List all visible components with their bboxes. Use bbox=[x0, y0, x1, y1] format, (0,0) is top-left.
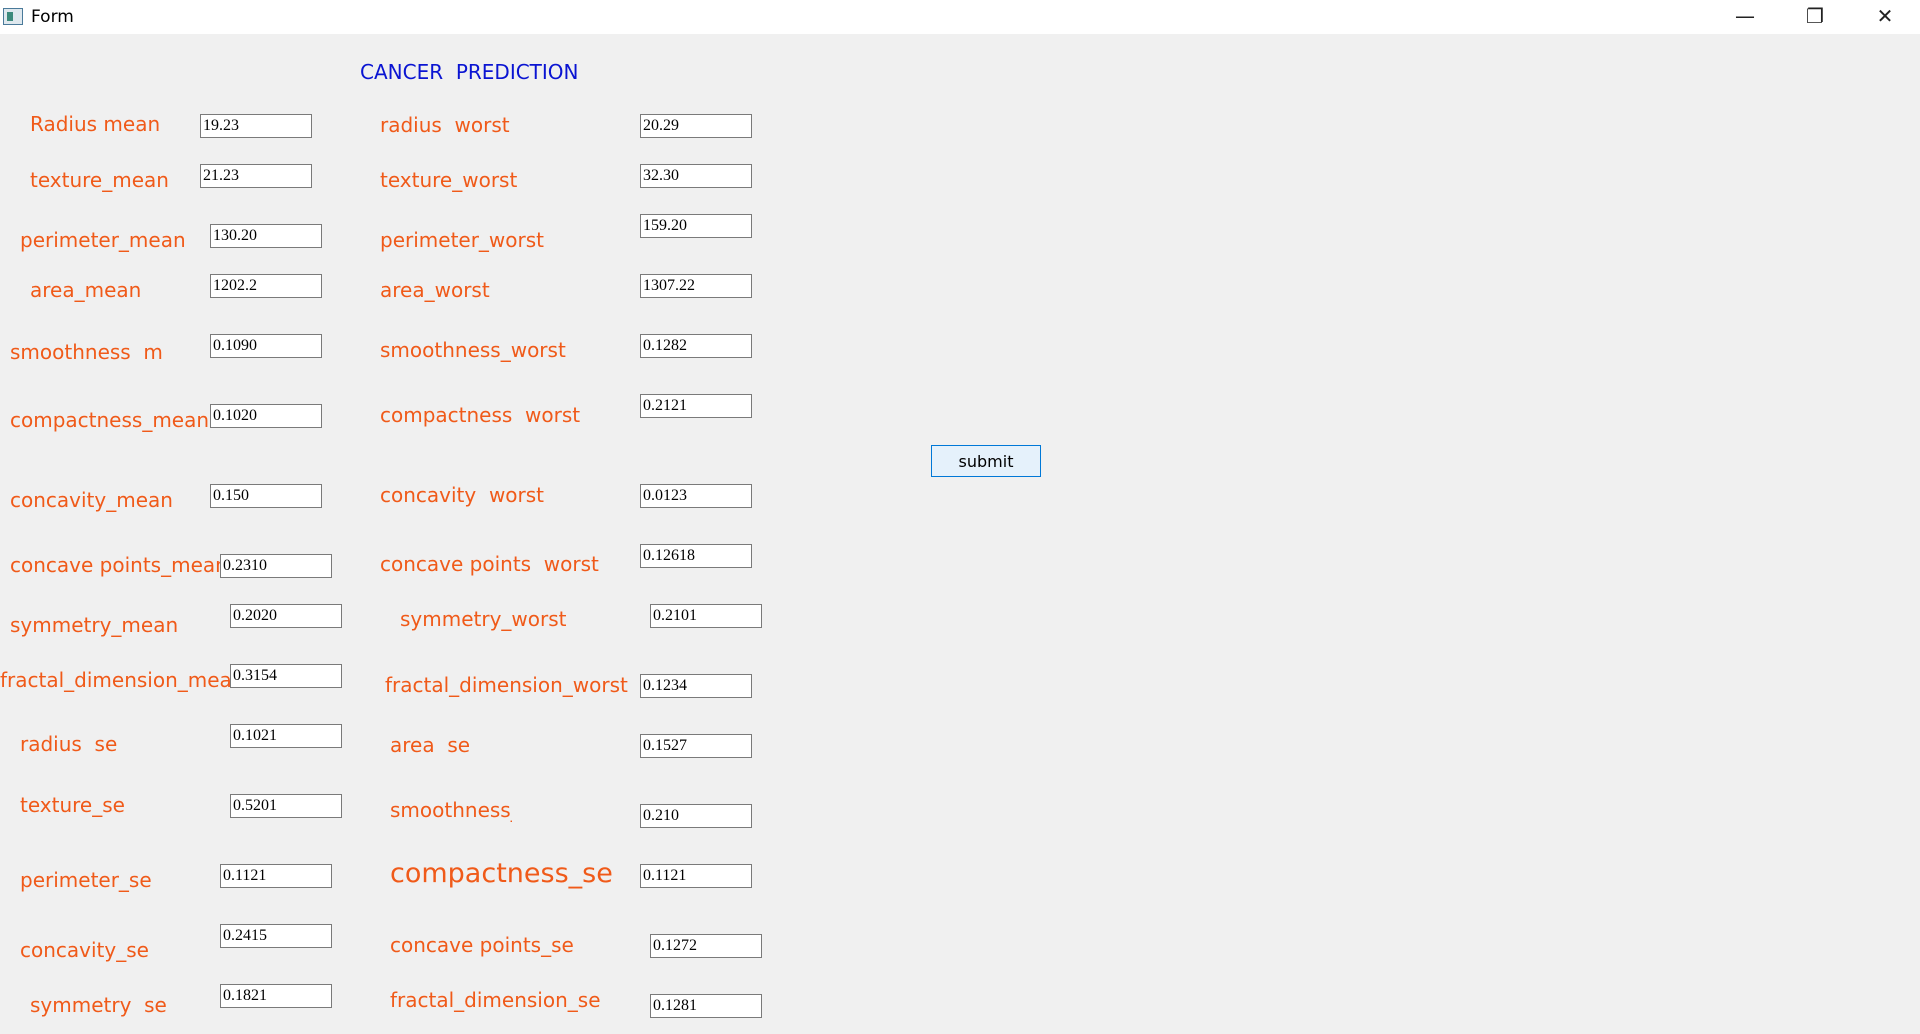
radius-se-field[interactable] bbox=[230, 724, 342, 748]
perimeter-se-field[interactable] bbox=[220, 864, 332, 888]
label-compactness-mean: compactness_mean bbox=[10, 408, 210, 432]
smoothness-mean-field[interactable] bbox=[210, 334, 322, 358]
concave-points-se-field[interactable] bbox=[650, 934, 762, 958]
close-icon[interactable]: ✕ bbox=[1850, 0, 1920, 34]
label-concave-points-mean: concave points_mean bbox=[10, 553, 228, 577]
label-concavity-se: concavity_se bbox=[20, 938, 149, 962]
label-symmetry-worst: symmetry_worst bbox=[400, 607, 567, 631]
concave-points-mean-field[interactable] bbox=[220, 554, 332, 578]
label-perimeter-worst: perimeter_worst bbox=[380, 228, 545, 252]
texture-mean-field[interactable] bbox=[200, 164, 312, 188]
label-smoothness-se: smoothness_s bbox=[390, 798, 512, 822]
perimeter-mean-field[interactable] bbox=[210, 224, 322, 248]
perimeter-worst-field[interactable] bbox=[640, 214, 752, 238]
texture-se-field[interactable] bbox=[230, 794, 342, 818]
concavity-mean-field[interactable] bbox=[210, 484, 322, 508]
title-bar: Form — ❐ ✕ bbox=[0, 0, 1920, 34]
concavity-worst-field[interactable] bbox=[640, 484, 752, 508]
label-fractal-dimension-se: fractal_dimension_se bbox=[390, 988, 601, 1012]
area-se-field[interactable] bbox=[640, 734, 752, 758]
label-symmetry-se: symmetry se bbox=[30, 993, 167, 1017]
concave-points-worst-field[interactable] bbox=[640, 544, 752, 568]
compactness-se-field[interactable] bbox=[640, 864, 752, 888]
label-area-mean: area_mean bbox=[30, 278, 142, 302]
compactness-mean-field[interactable] bbox=[210, 404, 322, 428]
submit-button[interactable]: submit bbox=[931, 445, 1041, 477]
restore-icon[interactable]: ❐ bbox=[1780, 0, 1850, 34]
label-compactness-se: compactness_se bbox=[390, 858, 613, 889]
label-area-worst: area_worst bbox=[380, 278, 490, 302]
compactness-worst-field[interactable] bbox=[640, 394, 752, 418]
label-fractal-dimension-worst: fractal_dimension_worst bbox=[385, 673, 628, 697]
texture-worst-field[interactable] bbox=[640, 164, 752, 188]
fractal-dimension-mean-field[interactable] bbox=[230, 664, 342, 688]
label-area-se: area se bbox=[390, 733, 471, 757]
fractal-dimension-worst-field[interactable] bbox=[640, 674, 752, 698]
form-app-icon bbox=[3, 8, 23, 25]
smoothness-se-field[interactable] bbox=[640, 804, 752, 828]
label-texture-worst: texture_worst bbox=[380, 168, 518, 192]
label-radius-worst: radius worst bbox=[380, 113, 510, 137]
label-concavity-worst: concavity worst bbox=[380, 483, 545, 507]
window-title: Form bbox=[31, 7, 74, 27]
label-smoothness-worst: smoothness_worst bbox=[380, 338, 566, 362]
label-perimeter-mean: perimeter_mean bbox=[20, 228, 186, 252]
page-title: CANCER PREDICTION bbox=[360, 60, 579, 84]
label-fractal-dimension-mean: fractal_dimension_mean bbox=[0, 668, 245, 692]
area-worst-field[interactable] bbox=[640, 274, 752, 298]
smoothness-worst-field[interactable] bbox=[640, 334, 752, 358]
label-compactness-worst: compactness worst bbox=[380, 403, 581, 427]
label-texture-mean: texture_mean bbox=[30, 168, 169, 192]
label-concave-points-worst: concave points worst bbox=[380, 552, 599, 576]
label-concavity-mean: concavity_mean bbox=[10, 488, 173, 512]
label-texture-se: texture_se bbox=[20, 793, 125, 817]
label-concave-points-se: concave points_se bbox=[390, 933, 574, 957]
label-smoothness-mean: smoothness mea bbox=[10, 340, 162, 364]
minimize-icon[interactable]: — bbox=[1710, 0, 1780, 34]
label-radius-se: radius se bbox=[20, 732, 118, 756]
area-mean-field[interactable] bbox=[210, 274, 322, 298]
radius-mean-field[interactable] bbox=[200, 114, 312, 138]
label-radius-mean: Radius mean bbox=[30, 112, 161, 136]
symmetry-mean-field[interactable] bbox=[230, 604, 342, 628]
label-perimeter-se: perimeter_se bbox=[20, 868, 152, 892]
symmetry-worst-field[interactable] bbox=[650, 604, 762, 628]
form-canvas: CANCER PREDICTION Radius mean texture_me… bbox=[0, 34, 1920, 1034]
label-symmetry-mean: symmetry_mean bbox=[10, 613, 179, 637]
radius-worst-field[interactable] bbox=[640, 114, 752, 138]
symmetry-se-field[interactable] bbox=[220, 984, 332, 1008]
concavity-se-field[interactable] bbox=[220, 924, 332, 948]
fractal-dimension-se-field[interactable] bbox=[650, 994, 762, 1018]
